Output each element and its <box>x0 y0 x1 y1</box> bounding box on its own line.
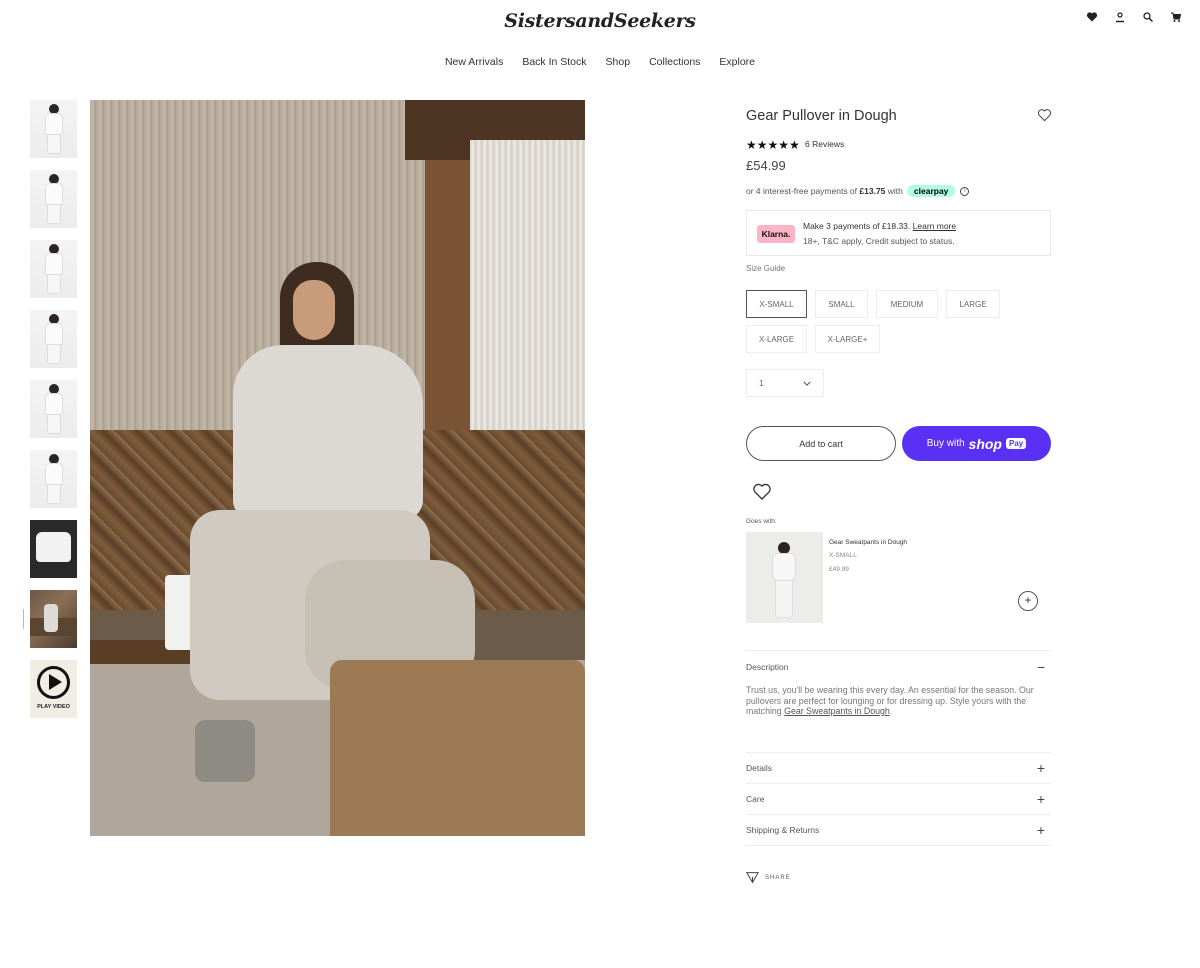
nav-collections[interactable]: Collections <box>649 56 700 68</box>
klarna-logo: Klarna. <box>757 225 795 243</box>
main-product-image[interactable] <box>90 100 585 836</box>
heart-icon[interactable] <box>1086 11 1098 23</box>
wishlist-heart-icon[interactable] <box>752 482 772 501</box>
cart-icon[interactable] <box>1170 11 1182 23</box>
clearpay-message: or 4 interest-free payments of £13.75 wi… <box>746 185 970 197</box>
thumbnail-image[interactable] <box>30 520 77 578</box>
description-sweatpants-link[interactable]: Gear Sweatpants in Dough <box>784 706 890 716</box>
description-toggle[interactable]: Description − <box>746 659 1051 675</box>
thumbnail-image-selected[interactable] <box>30 590 77 648</box>
thumbnail-image[interactable] <box>30 450 77 508</box>
size-guide-link[interactable]: Size Guide <box>746 264 785 273</box>
reviews-link[interactable]: 6 Reviews <box>805 139 844 149</box>
pay-logo: Pay <box>1006 438 1027 449</box>
shop-logo: shop <box>968 435 1002 452</box>
product-title: Gear Pullover in Dough <box>746 108 897 124</box>
divider <box>746 845 1051 846</box>
size-option-small[interactable]: SMALL <box>815 290 868 318</box>
care-label: Care <box>746 794 765 804</box>
klarna-terms: 18+, T&C apply, Credit subject to status… <box>803 236 955 246</box>
clearpay-amount: £13.75 <box>859 186 886 196</box>
size-option-x-small[interactable]: X-SMALL <box>746 290 807 318</box>
thumbnail-image[interactable] <box>30 310 77 368</box>
thumbnail-image[interactable] <box>30 100 77 158</box>
info-icon[interactable]: i <box>960 186 970 196</box>
clearpay-prefix: or 4 interest-free payments of <box>746 186 858 196</box>
divider <box>746 783 1051 784</box>
search-icon[interactable] <box>1142 11 1154 23</box>
thumbnail-image[interactable] <box>30 240 77 298</box>
share-button[interactable]: SHARE <box>746 871 791 884</box>
share-icon <box>746 872 759 884</box>
klarna-message: Make 3 payments of £18.33. Learn more <box>803 221 956 231</box>
shipping-returns-toggle[interactable]: Shipping & Returns + <box>746 822 1051 838</box>
shipping-returns-label: Shipping & Returns <box>746 825 820 835</box>
description-header: Description <box>746 662 789 672</box>
product-price: £54.99 <box>746 158 786 173</box>
thumbnail-image[interactable] <box>30 170 77 228</box>
size-option-medium[interactable]: MEDIUM <box>876 290 938 318</box>
size-option-large[interactable]: LARGE <box>946 290 1000 318</box>
goes-with-price: £49.99 <box>829 566 849 573</box>
minus-icon: − <box>1036 659 1045 675</box>
nav-explore[interactable]: Explore <box>719 56 755 68</box>
add-goes-with-button[interactable]: + <box>1018 591 1038 611</box>
goes-with-product-name[interactable]: Gear Sweatpants in Dough <box>829 539 907 546</box>
nav-back-in-stock[interactable]: Back In Stock <box>522 56 586 68</box>
klarna-line1: Make 3 payments of £18.33. <box>803 221 911 231</box>
klarna-learn-more-link[interactable]: Learn more <box>913 221 956 231</box>
divider <box>746 752 1051 753</box>
plus-icon: + <box>1036 822 1045 838</box>
clearpay-badge: clearpay <box>906 185 956 197</box>
chevron-down-icon <box>803 378 811 388</box>
goes-with-size: X-SMALL <box>829 552 857 559</box>
add-to-cart-button[interactable]: Add to cart <box>746 426 896 461</box>
account-icon[interactable] <box>1114 11 1126 23</box>
play-video-label: PLAY VIDEO <box>37 704 70 710</box>
description-end: . <box>889 706 893 716</box>
thumbnail-strip: PLAY VIDEO <box>30 100 78 730</box>
clearpay-with: with <box>887 186 903 196</box>
care-toggle[interactable]: Care + <box>746 791 1051 807</box>
details-label: Details <box>746 763 772 773</box>
nav-shop[interactable]: Shop <box>606 56 631 68</box>
klarna-box: Klarna. Make 3 payments of £18.33. Learn… <box>746 210 1051 256</box>
details-toggle[interactable]: Details + <box>746 760 1051 776</box>
goes-with-image[interactable] <box>746 532 823 623</box>
goes-with-label: Goes with: <box>746 518 777 525</box>
nav-new-arrivals[interactable]: New Arrivals <box>445 56 503 68</box>
buy-with-label: Buy with <box>926 438 965 449</box>
thumbnail-image[interactable] <box>30 380 77 438</box>
divider <box>746 814 1051 815</box>
quantity-select[interactable]: 1 <box>746 369 824 397</box>
share-label: SHARE <box>765 874 791 881</box>
site-logo[interactable]: SistersandSeekers <box>0 10 1200 32</box>
star-rating[interactable]: ★★★★★ <box>746 138 800 152</box>
wishlist-heart-icon[interactable] <box>1037 108 1052 122</box>
header-icons <box>1086 11 1182 23</box>
divider <box>746 650 1051 651</box>
play-video-thumbnail[interactable]: PLAY VIDEO <box>30 660 77 718</box>
shop-pay-button[interactable]: Buy with shop Pay <box>902 426 1051 461</box>
description-text: Trust us, you'll be wearing this every d… <box>746 685 1046 717</box>
plus-icon: + <box>1036 791 1045 807</box>
main-nav: New Arrivals Back In Stock Shop Collecti… <box>0 56 1200 68</box>
size-option-x-large-plus[interactable]: X-LARGE+ <box>815 325 880 353</box>
size-option-x-large[interactable]: X-LARGE <box>746 325 807 353</box>
plus-icon: + <box>1036 760 1045 776</box>
quantity-value: 1 <box>759 378 764 388</box>
thumbnail-active-indicator <box>23 609 24 629</box>
